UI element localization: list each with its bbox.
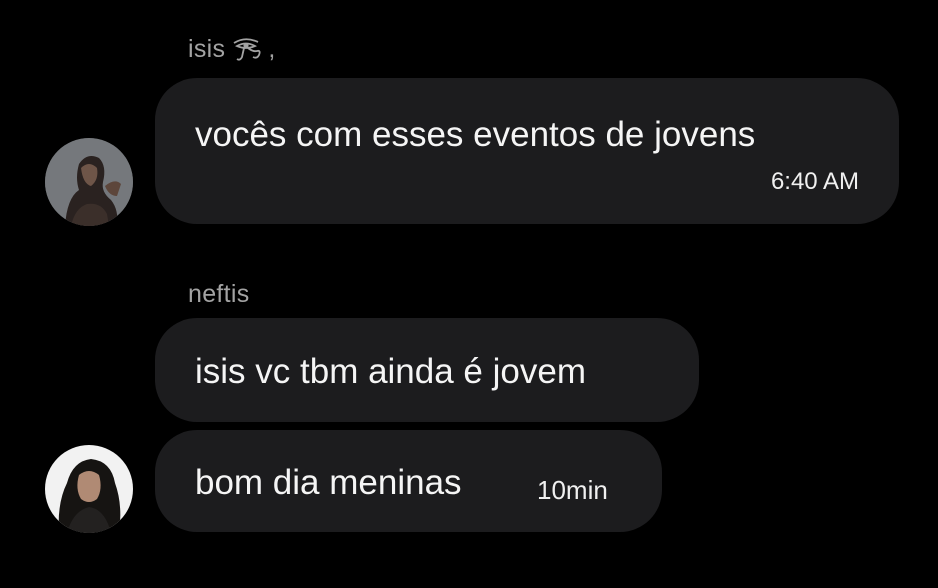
sender-name-text: isis bbox=[188, 34, 226, 63]
avatar-isis[interactable] bbox=[45, 138, 133, 226]
sender-name-isis[interactable]: isis , bbox=[188, 35, 276, 63]
sender-name-neftis[interactable]: neftis bbox=[188, 282, 250, 307]
avatar-neftis[interactable] bbox=[45, 445, 133, 533]
message-timestamp: 10min bbox=[537, 475, 608, 505]
chat-thread: isis , vocês com esses eventos de jovens… bbox=[0, 0, 938, 588]
message-text: isis vc tbm ainda é jovem bbox=[195, 352, 586, 391]
message-bubble-2[interactable]: isis vc tbm ainda é jovem bbox=[155, 318, 699, 422]
message-timestamp: 6:40 AM bbox=[770, 168, 859, 195]
sender-name-text: neftis bbox=[188, 280, 250, 308]
message-bubble-1[interactable]: vocês com esses eventos de jovens 6:40 A… bbox=[155, 78, 899, 224]
message-bubble-3[interactable]: bom dia meninas 10min bbox=[155, 430, 662, 532]
message-text: vocês com esses eventos de jovens bbox=[195, 115, 756, 154]
sender-name-suffix: , bbox=[268, 34, 276, 63]
eye-of-horus-icon bbox=[231, 35, 267, 63]
message-text: bom dia meninas bbox=[195, 463, 462, 502]
